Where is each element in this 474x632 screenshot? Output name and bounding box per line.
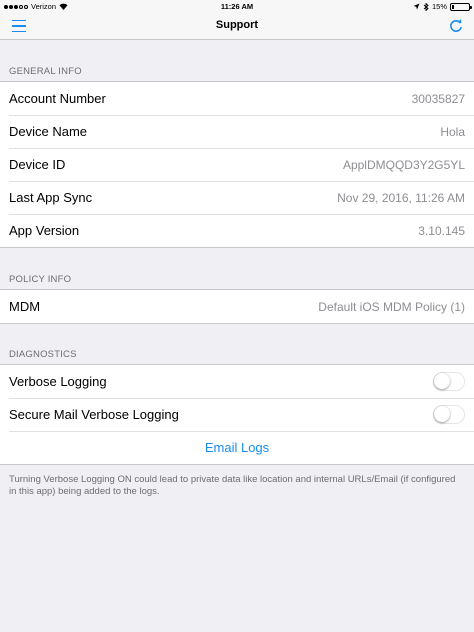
general-info-group: Account Number 30035827 Device Name Hola… — [0, 81, 474, 248]
mdm-row: MDM Default iOS MDM Policy (1) — [0, 290, 474, 323]
diagnostics-group: Verbose Logging Secure Mail Verbose Logg… — [0, 364, 474, 465]
verbose-logging-toggle[interactable] — [433, 372, 465, 391]
device-name-row: Device Name Hola — [0, 115, 474, 148]
bluetooth-icon — [423, 2, 429, 11]
toggle-knob — [434, 406, 450, 422]
verbose-logging-footer-note: Turning Verbose Logging ON could lead to… — [9, 474, 456, 497]
secure-mail-verbose-logging-label: Secure Mail Verbose Logging — [9, 407, 179, 422]
section-header-policy-info: POLICY INFO — [9, 274, 72, 285]
section-header-diagnostics: DIAGNOSTICS — [9, 349, 77, 360]
page-title: Support — [215, 19, 259, 31]
secure-mail-verbose-logging-toggle[interactable] — [433, 405, 465, 424]
device-name-value: Hola — [440, 124, 465, 139]
email-logs-label: Email Logs — [204, 440, 270, 455]
last-app-sync-value: Nov 29, 2016, 11:26 AM — [337, 190, 465, 205]
secure-mail-verbose-logging-row: Secure Mail Verbose Logging — [0, 398, 474, 431]
last-app-sync-row: Last App Sync Nov 29, 2016, 11:26 AM — [0, 181, 474, 214]
verbose-logging-label: Verbose Logging — [9, 374, 107, 389]
verbose-logging-row: Verbose Logging — [0, 365, 474, 398]
app-version-label: App Version — [9, 223, 80, 238]
status-time: 11:26 AM — [220, 2, 254, 11]
device-name-label: Device Name — [9, 124, 88, 139]
app-version-value: 3.10.145 — [418, 223, 465, 238]
battery-icon — [450, 2, 472, 11]
section-header-general-info: GENERAL INFO — [9, 66, 82, 77]
location-icon — [413, 3, 420, 10]
toggle-knob — [434, 373, 450, 389]
battery-level-fill — [452, 4, 454, 9]
account-number-label: Account Number — [9, 91, 106, 106]
account-number-row: Account Number 30035827 — [0, 82, 474, 115]
refresh-icon[interactable] — [448, 18, 464, 34]
status-right: 15% — [413, 2, 472, 11]
mdm-label: MDM — [9, 299, 41, 314]
device-id-value: ApplDMQQD3Y2G5YL — [342, 157, 465, 172]
device-id-row: Device ID ApplDMQQD3Y2G5YL — [0, 148, 474, 181]
navigation-bar: Support — [0, 12, 474, 40]
battery-percent: 15% — [431, 2, 447, 11]
app-version-row: App Version 3.10.145 — [0, 214, 474, 247]
email-logs-button[interactable]: Email Logs — [0, 431, 474, 464]
policy-info-group: MDM Default iOS MDM Policy (1) — [0, 289, 474, 324]
last-app-sync-label: Last App Sync — [9, 190, 93, 205]
account-number-value: 30035827 — [411, 91, 465, 106]
mdm-value: Default iOS MDM Policy (1) — [318, 299, 465, 314]
device-id-label: Device ID — [9, 157, 66, 172]
status-bar: Verizon 11:26 AM 15% — [0, 0, 474, 12]
